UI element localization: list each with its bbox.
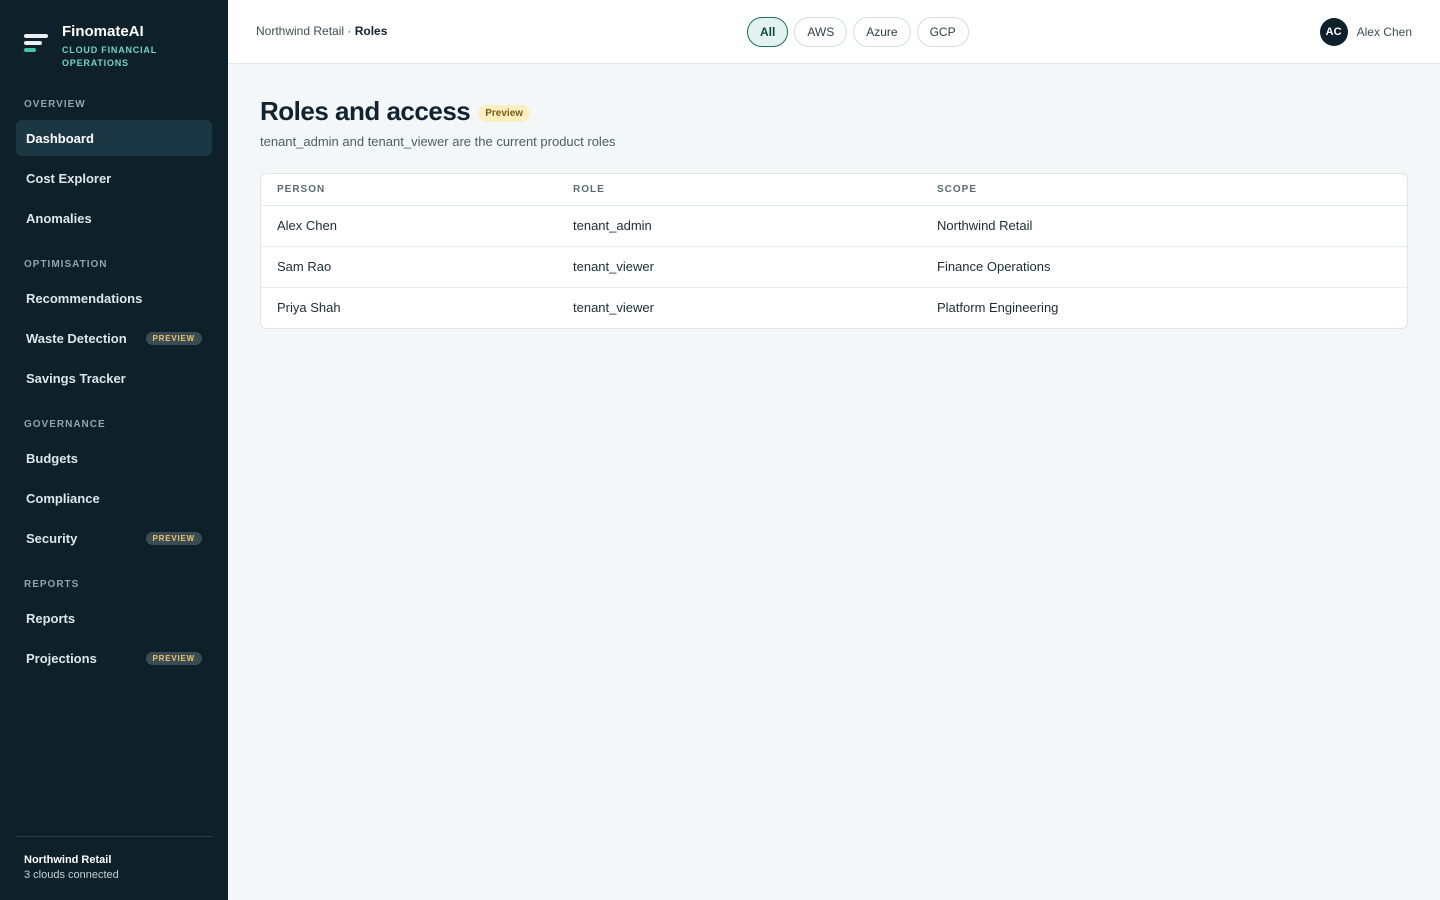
table-row[interactable]: Alex Chen tenant_admin Northwind Retail [261,206,1407,247]
cell-role: tenant_viewer [573,300,654,315]
brand-tagline: CLOUD FINANCIAL OPERATIONS [62,45,157,68]
nav-section-optimisation: OPTIMISATION [24,259,108,270]
page-title: Roles and access [260,96,471,126]
sidebar-item-compliance[interactable]: Compliance [16,480,212,516]
sidebar-item-budgets[interactable]: Budgets [16,440,212,476]
column-header-role: ROLE [573,184,605,195]
cell-role: tenant_viewer [573,259,654,274]
footer-connection-status: 3 clouds connected [24,869,119,881]
cloud-filter-aws[interactable]: AWS [794,17,848,47]
sidebar-item-cost-explorer[interactable]: Cost Explorer [16,160,212,196]
sidebar-item-label: Security [26,530,78,546]
cell-scope: Platform Engineering [937,300,1059,315]
page-subtitle: tenant_admin and tenant_viewer are the c… [260,134,616,149]
sidebar-item-label: Reports [26,610,76,626]
sidebar-item-projections[interactable]: Projections PREVIEW [16,640,212,676]
table-row[interactable]: Priya Shah tenant_viewer Platform Engine… [261,288,1407,328]
cloud-filter-azure[interactable]: Azure [853,17,911,47]
breadcrumb: Northwind Retail · Roles [256,24,387,38]
sidebar-item-label: Budgets [26,450,78,466]
finomate-logo-icon [24,34,50,60]
cell-person: Alex Chen [277,218,337,233]
sidebar-item-label: Compliance [26,490,100,506]
page-title-row: Roles and access Preview [260,96,531,127]
brand-name: FinomateAI [62,23,144,40]
sidebar-item-recommendations[interactable]: Recommendations [16,280,212,316]
table-row[interactable]: Sam Rao tenant_viewer Finance Operations [261,247,1407,288]
breadcrumb-separator: · [344,24,355,38]
sidebar-item-label: Waste Detection [26,330,127,346]
user-name: Alex Chen [1356,25,1412,39]
sidebar-item-label: Savings Tracker [26,370,126,386]
cloud-filter: All AWS Azure GCP [747,17,969,47]
preview-badge: Preview [478,105,531,122]
cell-person: Priya Shah [277,300,341,315]
cloud-filter-all[interactable]: All [747,17,789,47]
brand[interactable]: FinomateAI CLOUD FINANCIAL OPERATIONS [24,22,162,70]
column-header-scope: SCOPE [937,184,978,195]
sidebar-item-label: Cost Explorer [26,170,112,186]
sidebar-item-reports[interactable]: Reports [16,600,212,636]
cell-scope: Northwind Retail [937,218,1033,233]
avatar[interactable]: AC [1319,18,1348,46]
nav-section-reports: REPORTS [24,579,80,590]
sidebar-item-waste-detection[interactable]: Waste Detection PREVIEW [16,320,212,356]
breadcrumb-current: Roles [354,24,388,38]
table-header: PERSON ROLE SCOPE [261,174,1407,206]
sidebar-footer: Northwind Retail 3 clouds connected [16,836,212,883]
user-menu[interactable]: AC Alex Chen [1319,18,1412,46]
nav-section-overview: OVERVIEW [24,99,86,110]
footer-org-name: Northwind Retail [24,854,112,866]
nav-section-governance: GOVERNANCE [24,419,106,430]
cell-scope: Finance Operations [937,259,1051,274]
roles-table: PERSON ROLE SCOPE Alex Chen tenant_admin… [260,173,1408,329]
sidebar-item-anomalies[interactable]: Anomalies [16,200,212,236]
sidebar-item-label: Anomalies [26,210,92,226]
sidebar-item-savings-tracker[interactable]: Savings Tracker [16,360,212,396]
cell-person: Sam Rao [277,259,332,274]
sidebar-item-security[interactable]: Security PREVIEW [16,520,212,556]
preview-badge: PREVIEW [145,331,202,345]
sidebar-item-label: Recommendations [26,290,143,306]
sidebar: FinomateAI CLOUD FINANCIAL OPERATIONS OV… [0,0,228,900]
breadcrumb-parent[interactable]: Northwind Retail [256,24,344,38]
preview-badge: PREVIEW [145,651,202,665]
preview-badge: PREVIEW [145,531,202,545]
topbar: Northwind Retail · Roles All AWS Azure G… [228,0,1440,64]
sidebar-item-dashboard[interactable]: Dashboard [16,120,212,156]
sidebar-item-label: Dashboard [26,130,94,146]
column-header-person: PERSON [277,184,326,195]
sidebar-item-label: Projections [26,650,97,666]
cell-role: tenant_admin [573,218,652,233]
cloud-filter-gcp[interactable]: GCP [916,17,969,47]
